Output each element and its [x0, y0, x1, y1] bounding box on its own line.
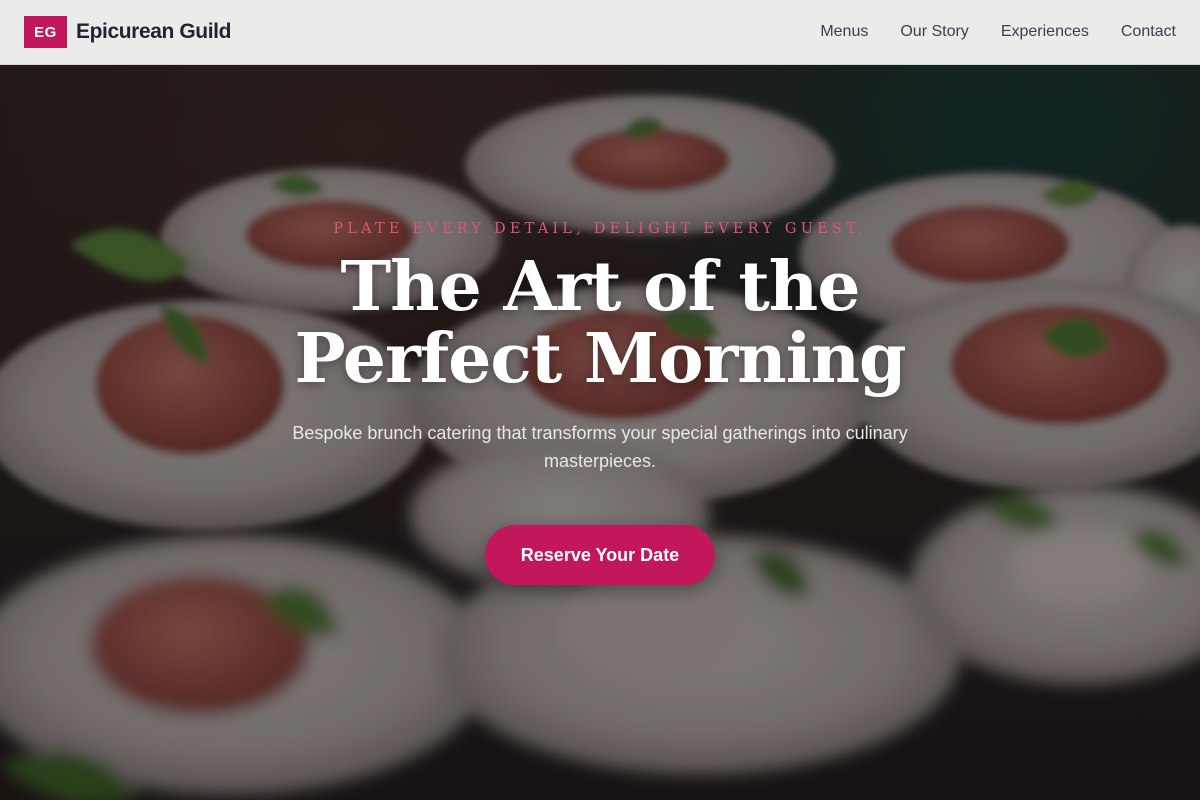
reserve-date-button[interactable]: Reserve Your Date — [485, 525, 715, 585]
hero-subtitle: Bespoke brunch catering that transforms … — [292, 423, 908, 471]
nav-link-menus[interactable]: Menus — [820, 23, 868, 41]
main-nav: Menus Our Story Experiences Contact — [788, 23, 1176, 41]
logo-mark: EG — [24, 16, 67, 48]
hero-content: PLATE EVERY DETAIL, DELIGHT EVERY GUEST.… — [0, 65, 1200, 800]
brand-logo[interactable]: EG Epicurean Guild — [24, 16, 231, 48]
hero-title: The Art of the Perfect Morning — [294, 247, 906, 399]
hero-section: PLATE EVERY DETAIL, DELIGHT EVERY GUEST.… — [0, 65, 1200, 800]
nav-link-our-story[interactable]: Our Story — [900, 23, 968, 41]
nav-link-contact[interactable]: Contact — [1121, 23, 1176, 41]
hero-tagline: PLATE EVERY DETAIL, DELIGHT EVERY GUEST. — [333, 221, 867, 237]
brand-name: Epicurean Guild — [76, 20, 232, 43]
nav-link-experiences[interactable]: Experiences — [1001, 23, 1089, 41]
site-header: EG Epicurean Guild Menus Our Story Exper… — [0, 0, 1200, 65]
